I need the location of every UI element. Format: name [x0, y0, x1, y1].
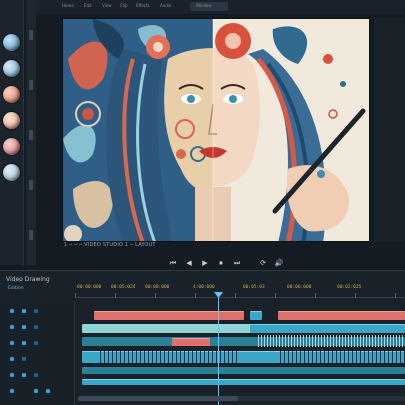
timecode: 4:00:000: [193, 285, 215, 290]
timecode: 00:08:000: [145, 285, 170, 290]
ruler-mark: [29, 230, 33, 240]
track-toggle[interactable]: [10, 389, 14, 393]
volume-icon[interactable]: 🔊: [274, 258, 284, 268]
track-toggle[interactable]: [22, 325, 26, 329]
timecode: 00:05:03: [243, 285, 265, 290]
timeline-panel: Video Drawing Edition 00:00:000 00:05:02…: [0, 270, 405, 405]
ruler-tick: [315, 293, 316, 298]
ruler-mark: [29, 130, 33, 140]
vertical-ruler: [26, 0, 36, 265]
track-toggle[interactable]: [22, 309, 26, 313]
ruler-mark: [29, 180, 33, 190]
skip-forward-icon[interactable]: ⏭: [232, 258, 242, 268]
waveform: [280, 351, 405, 363]
play-icon[interactable]: ▶: [200, 258, 210, 268]
ruler-mark: [29, 80, 33, 90]
preview-canvas[interactable]: [62, 18, 370, 242]
menu-item-effects[interactable]: Effects: [136, 3, 150, 8]
track-toggle[interactable]: [22, 373, 26, 377]
track-toggle[interactable]: [34, 309, 38, 313]
menu-bar: Home Edit View Clip Effects Audio Window: [36, 0, 405, 14]
ruler-mark: [29, 30, 33, 40]
video-clip[interactable]: [94, 311, 244, 320]
track-toggle[interactable]: [10, 341, 14, 345]
color-swatch-panel: [0, 0, 24, 265]
stop-icon[interactable]: ⏹: [216, 258, 226, 268]
track-toggle[interactable]: [34, 325, 38, 329]
loop-icon[interactable]: ⟳: [258, 258, 268, 268]
swatch-peach[interactable]: [3, 112, 20, 129]
video-clip[interactable]: [250, 311, 262, 320]
video-clip[interactable]: [250, 324, 405, 333]
transport-controls: ⏮ ◀ ▶ ⏹ ⏭ ⟳ 🔊: [62, 256, 370, 270]
scrollbar-thumb[interactable]: [78, 396, 238, 401]
swatch-salmon[interactable]: [3, 86, 20, 103]
ruler-tick: [275, 293, 276, 298]
track-toggle[interactable]: [10, 325, 14, 329]
menu-item-clip[interactable]: Clip: [120, 3, 128, 8]
swatch-pale-blue[interactable]: [3, 164, 20, 181]
preview-caption: 1 ─ ─ ─ VIDEO STUDIO 1 ─ LAYOUT: [64, 242, 156, 248]
menu-item-window[interactable]: Window: [196, 3, 212, 8]
track-toggle[interactable]: [10, 309, 14, 313]
playhead[interactable]: [218, 296, 219, 405]
track-toggle[interactable]: [46, 389, 50, 393]
ruler-tick: [75, 293, 76, 298]
timecode: 00:05:024: [111, 285, 136, 290]
track-toggle[interactable]: [10, 357, 14, 361]
ruler-tick: [115, 293, 116, 298]
menu-item-view[interactable]: View: [102, 3, 112, 8]
step-back-icon[interactable]: ◀: [184, 258, 194, 268]
skip-back-icon[interactable]: ⏮: [168, 258, 178, 268]
waveform: [258, 335, 405, 347]
track-toggle[interactable]: [22, 341, 26, 345]
menu-item-edit[interactable]: Edit: [84, 3, 92, 8]
track-toggle[interactable]: [34, 389, 38, 393]
timeline-scrollbar[interactable]: [78, 396, 405, 401]
audio-clip[interactable]: [82, 367, 405, 374]
ruler-tick: [155, 293, 156, 298]
swatch-blue[interactable]: [3, 34, 20, 51]
video-clip[interactable]: [278, 311, 405, 320]
track-toggle[interactable]: [34, 341, 38, 345]
ruler-tick: [235, 293, 236, 298]
side-panel-edge: [374, 18, 405, 242]
video-editor-window: Home Edit View Clip Effects Audio Window: [0, 0, 405, 405]
timeline-subtitle[interactable]: Edition: [8, 286, 24, 291]
timecode: 00:00:000: [77, 285, 102, 290]
ruler-tick: [195, 293, 196, 298]
audio-clip[interactable]: [82, 379, 405, 385]
track-toggle[interactable]: [22, 357, 26, 361]
artwork-illustration: [63, 19, 369, 241]
menu-item-home[interactable]: Home: [62, 3, 74, 8]
timecode: 00:02:025: [337, 285, 362, 290]
swatch-sky[interactable]: [3, 60, 20, 77]
ruler-tick: [395, 293, 396, 298]
video-clip[interactable]: [172, 338, 210, 346]
menu-item-audio[interactable]: Audio: [160, 3, 171, 8]
swatch-rose[interactable]: [3, 138, 20, 155]
timecode-ruler[interactable]: 00:00:000 00:05:024 00:08:000 4:00:000 0…: [75, 282, 405, 298]
ruler-tick: [355, 293, 356, 298]
timecode: 00:06:008: [287, 285, 312, 290]
timeline-title: Video Drawing: [6, 276, 50, 283]
track-toggle[interactable]: [34, 373, 38, 377]
track-toggle[interactable]: [10, 373, 14, 377]
waveform: [100, 351, 240, 363]
track-header-controls: [0, 301, 75, 405]
